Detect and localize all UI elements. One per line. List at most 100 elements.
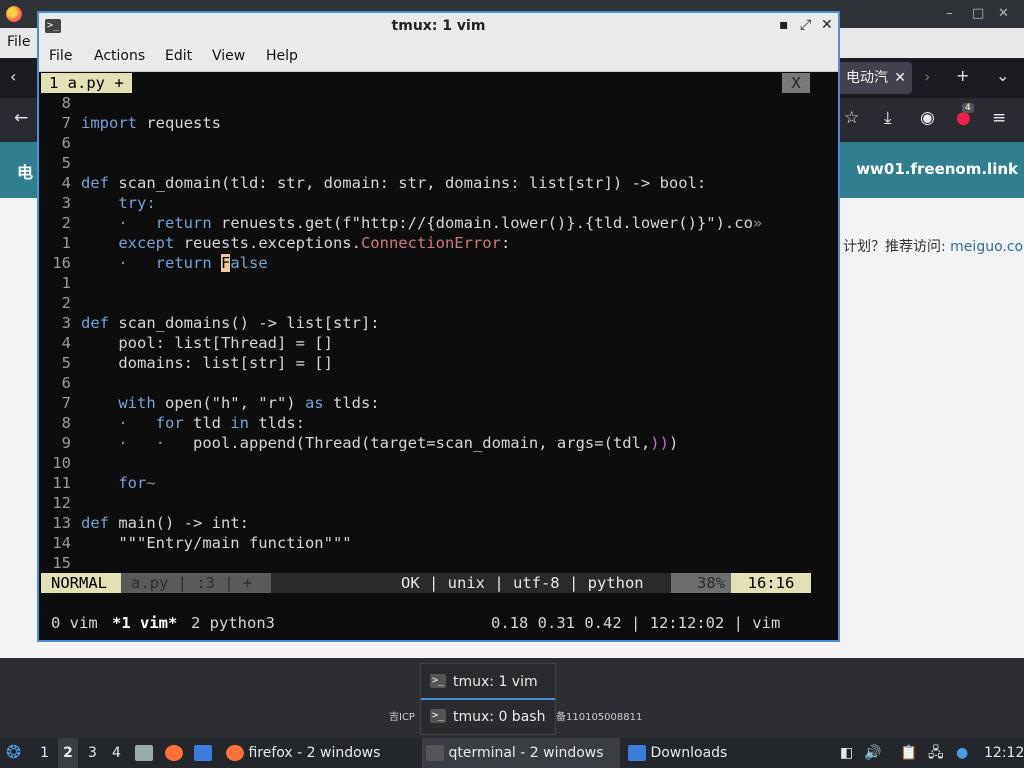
code-text: · return False <box>81 253 268 273</box>
terminal-screen[interactable]: 1 a.py + X 8 7 import requests 6 5 4 def scan_… <box>41 73 836 640</box>
terminal-titlebar[interactable]: >_ tmux: 1 vim ▪ ⤢ ✕ <box>39 13 838 41</box>
clipboard-icon[interactable]: 📋 <box>900 738 917 768</box>
vim-cursor: F <box>221 254 231 272</box>
network-icon[interactable]: 🖧 <box>928 738 944 768</box>
tmux-window-0[interactable]: 0 vim <box>51 613 98 633</box>
bookmark-star-icon[interactable]: ☆ <box>844 108 859 128</box>
workspace-4[interactable]: 4 <box>112 738 121 768</box>
code-token: except <box>81 234 175 252</box>
tmux-status-right: 0.18 0.31 0.42 | 12:12:02 | vim <box>491 614 781 632</box>
code-text: import requests <box>81 113 221 133</box>
window-list-popup: >_ tmux: 1 vim >_ tmux: 0 bash <box>420 663 556 735</box>
code-token: return <box>137 214 212 232</box>
code-text: for~ <box>81 473 156 493</box>
popup-item-tmux-bash[interactable]: >_ tmux: 0 bash <box>421 701 555 733</box>
tab-list-icon[interactable]: ⌄ <box>996 66 1009 85</box>
line-number: 3 <box>61 314 71 332</box>
code-token: with <box>81 394 156 412</box>
popup-item-label: tmux: 1 vim <box>453 674 538 690</box>
line-number: 16 <box>52 254 71 272</box>
minimize-icon[interactable]: ▪ <box>779 17 789 33</box>
menu-help[interactable]: Help <box>266 48 298 64</box>
task-firefox[interactable]: firefox - 2 windows <box>222 738 418 768</box>
code-token: target=scan_domain, args=( <box>370 434 613 452</box>
task-downloads[interactable]: Downloads <box>624 738 824 768</box>
line-number: 13 <box>52 514 71 532</box>
workspace-1[interactable]: 1 <box>40 738 50 768</box>
code-token: def <box>81 314 109 332</box>
updates-icon[interactable]: ● <box>956 738 968 768</box>
menu-hamburger-icon[interactable]: ≡ <box>992 108 1006 128</box>
vim-tab-close[interactable]: X <box>782 73 810 93</box>
maximize-icon[interactable]: ⤢ <box>800 17 811 33</box>
extension-glasses-icon[interactable]: ◉ <box>920 108 935 128</box>
new-tab-icon[interactable]: + <box>956 66 969 85</box>
desktop-launcher-icon[interactable] <box>194 738 212 768</box>
vim-file-format: OK | unix | utf-8 | python <box>401 574 644 592</box>
tmux-window-2[interactable]: 2 python3 <box>191 613 275 633</box>
menu-file[interactable]: File <box>49 48 72 64</box>
menu-actions[interactable]: Actions <box>94 48 145 64</box>
site-notice: 计划？推荐访问: meiguo.com <box>843 236 1024 256</box>
line-number: 15 <box>52 554 71 572</box>
line-number: 5 <box>61 154 71 172</box>
back-icon[interactable]: ← <box>14 108 28 128</box>
site-notice-text: 计划？推荐访问: <box>843 239 951 255</box>
code-token: ConnectionError <box>360 234 501 252</box>
firefox-menu-file[interactable]: File <box>7 34 30 50</box>
task-qterminal[interactable]: qterminal - 2 windows <box>422 738 620 768</box>
site-header-domain[interactable]: ww01.freenom.link <box>856 160 1018 178</box>
line-number: 6 <box>61 134 71 152</box>
code-token: tld <box>183 414 231 432</box>
downloads-icon[interactable]: ⤓ <box>884 108 892 128</box>
volume-icon[interactable]: 🔊 <box>864 738 881 768</box>
code-token: ~ <box>146 474 156 492</box>
footer-icp-left: 吉ICP <box>389 712 415 723</box>
line-number: 7 <box>61 114 71 132</box>
window-title: tmux: 1 vim <box>391 18 486 34</box>
code-token: · <box>137 434 175 452</box>
popup-item-tmux-vim[interactable]: >_ tmux: 1 vim <box>421 666 555 700</box>
code-token: alse <box>230 254 268 272</box>
firefox-icon <box>226 745 244 761</box>
vim-tabline: 1 a.py + X <box>41 73 836 93</box>
code-token: ) <box>668 434 679 452</box>
code-token: main() -> int: <box>109 514 249 532</box>
menu-edit[interactable]: Edit <box>165 48 192 64</box>
tab-close-icon[interactable]: ✕ <box>894 62 906 94</box>
start-menu-icon[interactable]: ❂ <box>6 738 21 768</box>
code-token: import <box>81 114 137 132</box>
tabs-scroll-left-icon[interactable]: ‹ <box>10 67 16 86</box>
code-token: requests <box>137 114 221 132</box>
code-text: pool: list[Thread] = [] <box>81 333 333 353</box>
ublock-badge: 4 <box>962 103 974 113</box>
minimize-icon[interactable]: – <box>946 6 953 21</box>
menu-view[interactable]: View <box>212 48 245 64</box>
workspace-3[interactable]: 3 <box>88 738 97 768</box>
code-text: def scan_domain(tld: str, domain: str, d… <box>81 173 706 193</box>
vim-scroll-percent: 38% <box>671 573 731 593</box>
close-icon[interactable]: ✕ <box>821 17 833 33</box>
maximize-icon[interactable]: □ <box>972 6 984 21</box>
tmux-window-1[interactable]: *1 vim* <box>112 613 177 633</box>
code-token: scan_domain(tld: str, domain: str, domai… <box>109 174 707 192</box>
tabs-scroll-right-icon[interactable]: › <box>924 67 930 86</box>
line-number: 10 <box>52 454 71 472</box>
tray-menu-icon[interactable]: ◧ <box>840 738 853 768</box>
close-icon[interactable]: ✕ <box>998 6 1009 21</box>
vim-tab[interactable]: 1 a.py + <box>41 73 132 93</box>
code-token: domains: list[str] = [] <box>81 354 333 372</box>
workspace-2[interactable]: 2 <box>58 738 78 768</box>
code-token: def <box>81 174 109 192</box>
line-number: 11 <box>52 474 71 492</box>
firefox-launcher-icon[interactable] <box>165 738 183 768</box>
code-token: def <box>81 514 109 532</box>
code-token: pool.append(Thread( <box>174 434 371 452</box>
file-manager-launcher-icon[interactable] <box>135 738 153 768</box>
site-notice-link[interactable]: meiguo.com <box>950 239 1024 255</box>
firefox-tab[interactable]: 电动汽 ✕ <box>838 62 912 94</box>
code-token: » <box>752 214 763 232</box>
line-number: 4 <box>61 334 71 352</box>
code-token: as <box>304 394 324 412</box>
code-token: reuests.exceptions. <box>174 234 361 252</box>
